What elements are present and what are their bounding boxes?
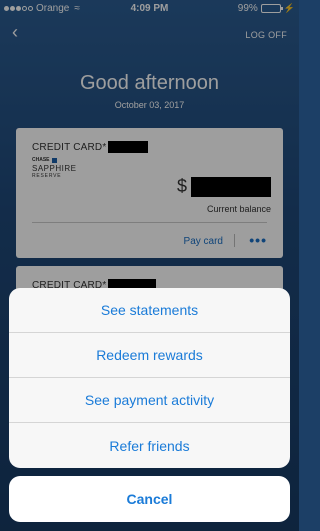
cancel-button[interactable]: Cancel: [9, 476, 290, 522]
see-payment-activity-button[interactable]: See payment activity: [9, 378, 290, 423]
see-statements-button[interactable]: See statements: [9, 288, 290, 333]
redeem-rewards-button[interactable]: Redeem rewards: [9, 333, 290, 378]
app-screen: Orange ≈ 4:09 PM 99% ⚡ ‹ LOG OFF Good af…: [0, 0, 299, 531]
action-sheet: See statements Redeem rewards See paymen…: [9, 288, 290, 468]
refer-friends-button[interactable]: Refer friends: [9, 423, 290, 468]
